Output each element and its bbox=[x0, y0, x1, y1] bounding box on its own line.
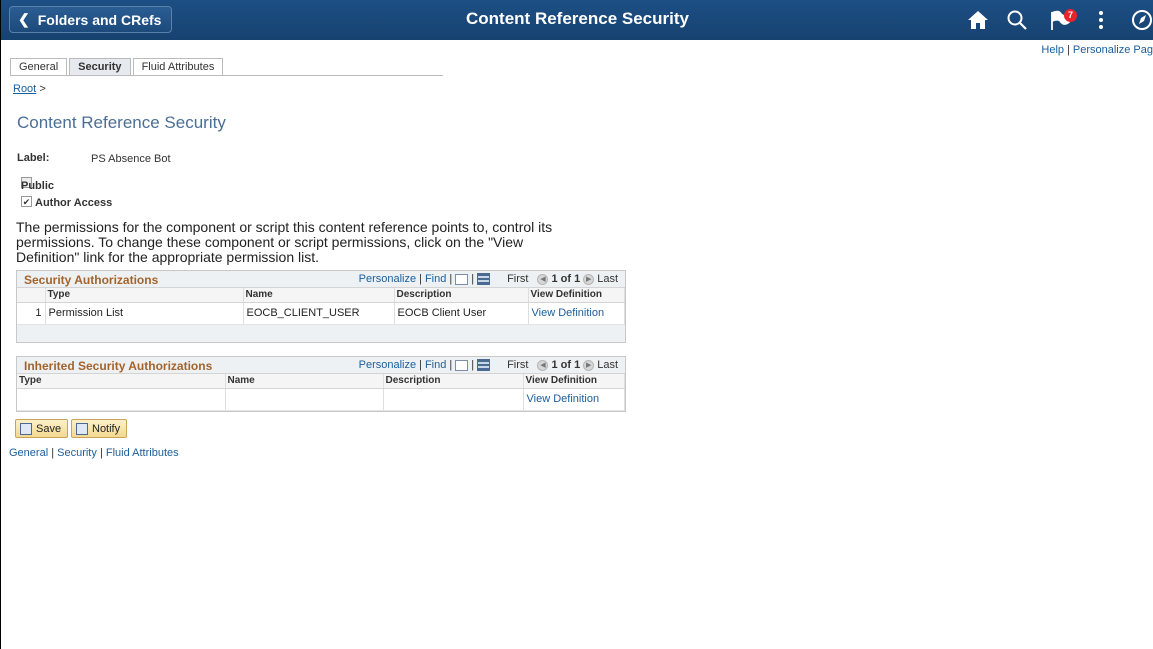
grid-title: Inherited Security Authorizations bbox=[24, 359, 213, 373]
previous-row-icon[interactable]: ◀ bbox=[537, 273, 549, 285]
personalize-page-link[interactable]: Personalize Pag bbox=[1073, 44, 1153, 56]
cell-name: EOCB_CLIENT_USER bbox=[243, 302, 395, 325]
tab-security[interactable]: Security bbox=[69, 58, 131, 76]
cell-description bbox=[383, 388, 524, 411]
column-header-name: Name bbox=[225, 374, 384, 389]
back-button[interactable]: ❮ Folders and CRefs bbox=[9, 6, 173, 33]
security-authorizations-grid: Security Authorizations Personalize | Fin… bbox=[16, 270, 626, 343]
chevron-left-icon: ❮ bbox=[18, 11, 30, 27]
first-label: First bbox=[507, 359, 529, 371]
column-header-view-definition: View Definition bbox=[523, 374, 625, 389]
view-all-icon[interactable] bbox=[455, 359, 469, 371]
tab-general[interactable]: General bbox=[10, 58, 68, 76]
download-grid-icon[interactable] bbox=[477, 359, 491, 371]
grid-navigation: Personalize | Find | | First ◀ 1 of 1 ▶ La… bbox=[358, 359, 618, 371]
save-button-label: Save bbox=[36, 422, 62, 435]
help-link[interactable]: Help bbox=[1041, 44, 1064, 56]
navbar-compass-icon[interactable] bbox=[1129, 8, 1153, 32]
more-actions-icon[interactable] bbox=[1088, 8, 1114, 32]
previous-row-icon[interactable]: ◀ bbox=[537, 359, 549, 371]
save-icon bbox=[20, 422, 32, 435]
cell-type: Permission List bbox=[45, 302, 244, 325]
view-definition-link[interactable]: View Definition bbox=[532, 307, 605, 319]
breadcrumb-arrow: > bbox=[39, 83, 46, 95]
public-checkbox-label: Public bbox=[21, 180, 55, 192]
permissions-description: The permissions for the component or scr… bbox=[16, 219, 553, 265]
view-definition-link[interactable]: View Definition bbox=[527, 393, 600, 405]
column-header-view-definition: View Definition bbox=[528, 288, 625, 303]
last-label: Last bbox=[597, 359, 618, 371]
grid-header: Security Authorizations Personalize | Fin… bbox=[17, 271, 625, 288]
tab-divider bbox=[10, 75, 443, 76]
next-row-icon[interactable]: ▶ bbox=[583, 273, 595, 285]
column-header-type: Type bbox=[45, 288, 244, 303]
last-label: Last bbox=[597, 273, 618, 285]
row-position: 1 of 1 bbox=[551, 273, 581, 285]
home-icon[interactable] bbox=[965, 8, 991, 32]
column-header-description: Description bbox=[394, 288, 529, 303]
author-access-checkbox[interactable]: ✔ bbox=[21, 196, 32, 207]
table-row: View Definition bbox=[17, 388, 625, 411]
notify-icon bbox=[76, 422, 88, 435]
back-button-label: Folders and CRefs bbox=[37, 11, 162, 28]
banner: ❮ Folders and CRefs Content Reference Se… bbox=[1, 0, 1153, 40]
search-icon[interactable] bbox=[1004, 8, 1030, 32]
grid-footer bbox=[17, 324, 625, 342]
author-access-checkbox-label: Author Access bbox=[35, 197, 113, 209]
grid-header: Inherited Security Authorizations Person… bbox=[17, 357, 625, 374]
grid-navigation: Personalize | Find | | First ◀ 1 of 1 ▶ La… bbox=[358, 273, 618, 285]
top-links-separator: | bbox=[1067, 44, 1070, 56]
row-position: 1 of 1 bbox=[551, 359, 581, 371]
inherited-security-authorizations-grid: Inherited Security Authorizations Person… bbox=[16, 356, 626, 412]
download-grid-icon[interactable] bbox=[477, 273, 491, 285]
notify-button-label: Notify bbox=[92, 422, 121, 435]
cell-type bbox=[17, 388, 226, 411]
column-header-description: Description bbox=[383, 374, 524, 389]
save-button[interactable]: Save bbox=[15, 419, 69, 438]
first-label: First bbox=[507, 273, 529, 285]
find-link[interactable]: Find bbox=[425, 359, 446, 371]
breadcrumb: Root > bbox=[13, 83, 46, 95]
cell-description: EOCB Client User bbox=[394, 302, 529, 325]
breadcrumb-root-link[interactable]: Root bbox=[13, 83, 36, 95]
personalize-link[interactable]: Personalize bbox=[359, 359, 416, 371]
label-field-value: PS Absence Bot bbox=[91, 153, 171, 165]
security-authorizations-table: Type Name Description View Definition 1 … bbox=[17, 288, 625, 325]
row-number-header bbox=[17, 288, 46, 303]
bottom-page-links: General | Security | Fluid Attributes bbox=[9, 447, 179, 459]
bottom-link-security[interactable]: Security bbox=[57, 447, 97, 459]
top-links: Help | Personalize Pag bbox=[1041, 44, 1153, 56]
column-header-type: Type bbox=[17, 374, 226, 389]
bottom-link-fluid-attributes[interactable]: Fluid Attributes bbox=[106, 447, 179, 459]
view-all-icon[interactable] bbox=[455, 273, 469, 285]
page-tabs: General Security Fluid Attributes bbox=[10, 58, 224, 76]
find-link[interactable]: Find bbox=[425, 273, 446, 285]
bottom-link-general[interactable]: General bbox=[9, 447, 48, 459]
next-row-icon[interactable]: ▶ bbox=[583, 359, 595, 371]
inherited-authorizations-table: Type Name Description View Definition Vi… bbox=[17, 374, 625, 411]
label-field-label: Label: bbox=[17, 152, 50, 164]
table-row: 1 Permission List EOCB_CLIENT_USER EOCB … bbox=[17, 302, 625, 325]
column-header-name: Name bbox=[243, 288, 395, 303]
page-title: Content Reference Security bbox=[17, 113, 226, 132]
row-number: 1 bbox=[17, 302, 46, 325]
tab-fluid-attributes[interactable]: Fluid Attributes bbox=[132, 58, 224, 76]
grid-title: Security Authorizations bbox=[24, 273, 159, 287]
cell-name bbox=[225, 388, 384, 411]
notification-badge: 7 bbox=[1064, 9, 1077, 22]
personalize-link[interactable]: Personalize bbox=[359, 273, 416, 285]
notify-button[interactable]: Notify bbox=[71, 419, 128, 438]
